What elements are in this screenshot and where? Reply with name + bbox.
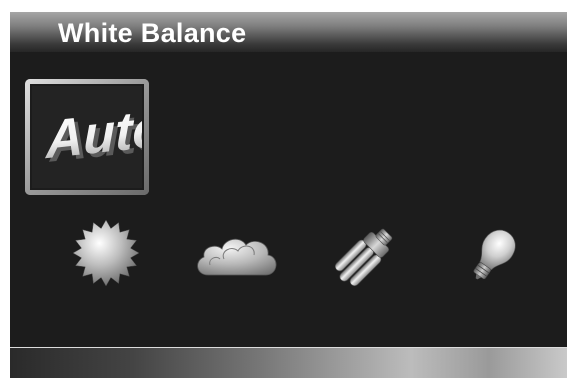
cloudy-mode-option[interactable] — [194, 217, 277, 289]
auto-wb-icon: Auto Auto — [25, 79, 150, 195]
daylight-mode-option[interactable] — [70, 217, 142, 289]
auto-white-balance-option[interactable]: Auto Auto — [24, 78, 150, 196]
cloudy-icon — [197, 238, 277, 276]
bottom-status-bar — [10, 347, 567, 378]
title-bar: White Balance — [10, 12, 567, 52]
tungsten-mode-option[interactable] — [460, 217, 532, 289]
fluorescent-bulb-icon — [334, 228, 393, 287]
daylight-sun-icon — [72, 219, 140, 287]
fluorescent-mode-option[interactable] — [328, 217, 400, 289]
white-balance-screen: White Balance Auto Auto — [10, 12, 567, 378]
page-title: White Balance — [58, 18, 247, 48]
tungsten-bulb-icon — [473, 229, 516, 280]
auto-label: Auto — [44, 98, 150, 170]
